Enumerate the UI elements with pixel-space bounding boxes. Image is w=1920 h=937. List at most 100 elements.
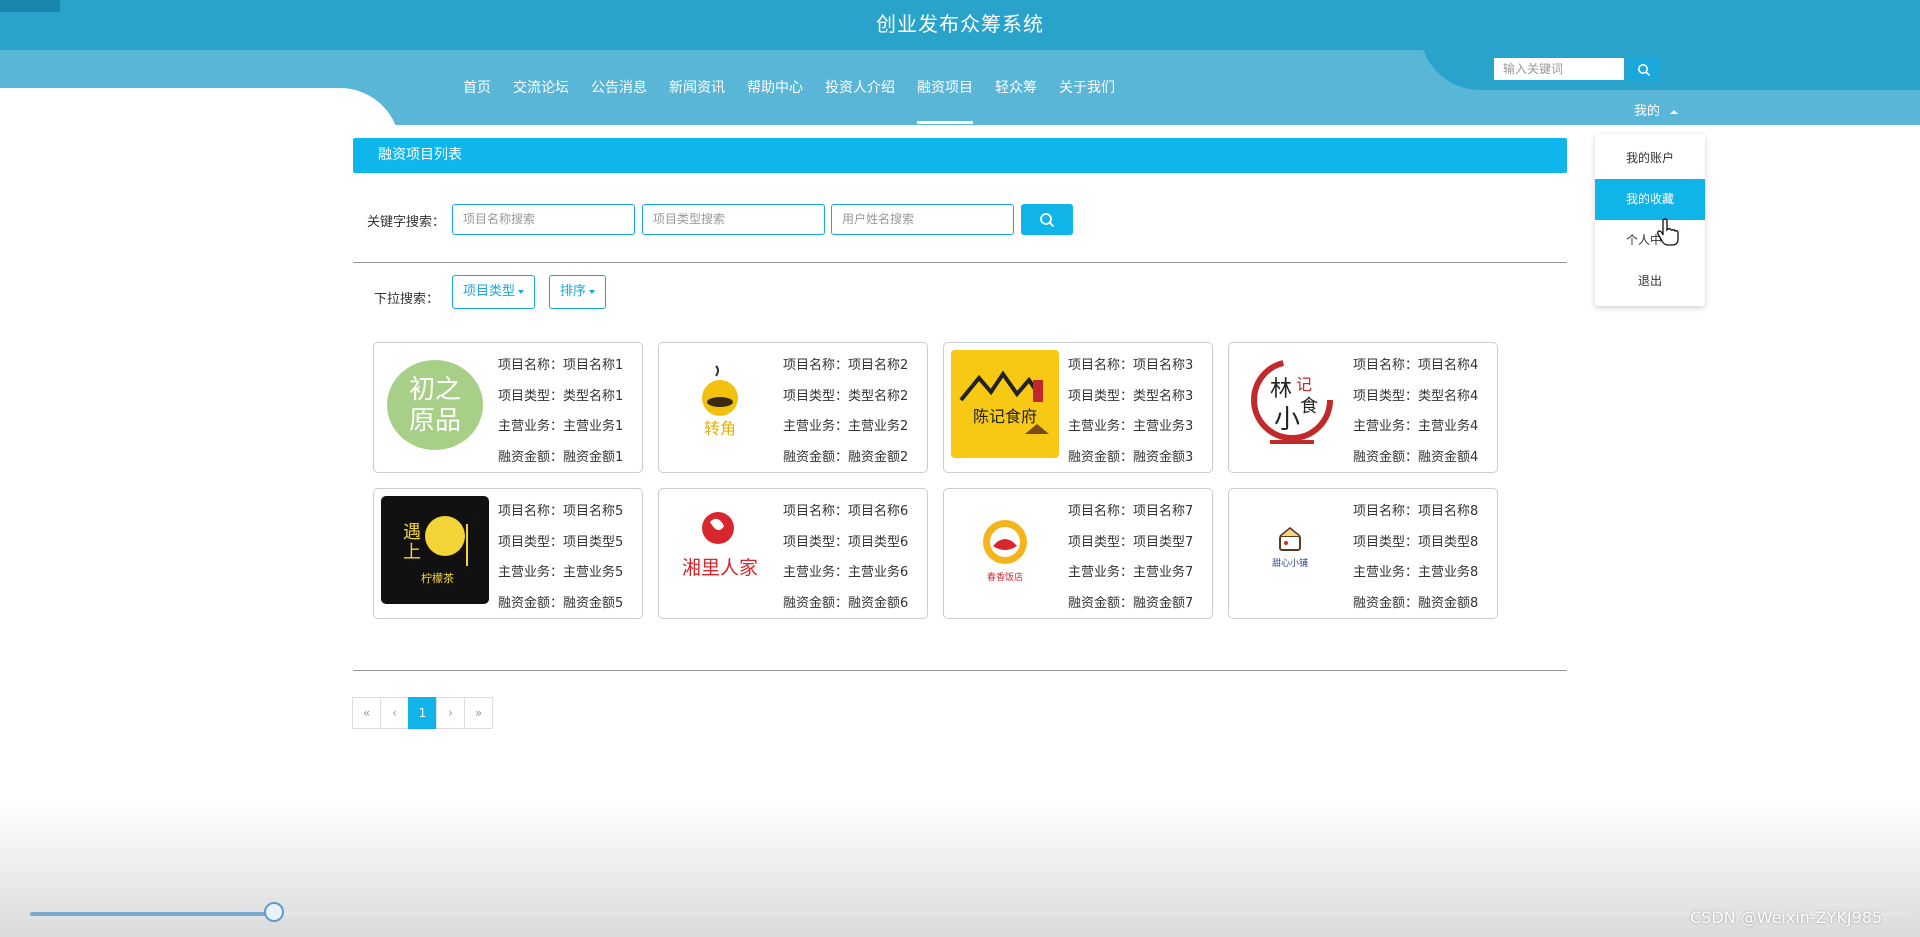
my-menu-toggle[interactable]: 我的	[1634, 100, 1679, 119]
project-logo: 初之 原品	[381, 350, 489, 458]
keyword-search-button[interactable]	[1021, 204, 1073, 235]
pagination: « ‹ 1 › »	[352, 697, 493, 729]
project-business: 主营业务：主营业务7	[1068, 565, 1194, 580]
svg-text:上: 上	[403, 542, 421, 563]
list-divider	[353, 670, 1567, 671]
nav-item-about[interactable]: 关于我们	[1048, 78, 1126, 124]
project-logo: 甜心小铺	[1236, 496, 1344, 604]
project-name: 项目名称：项目名称7	[1068, 504, 1194, 519]
filter-divider	[353, 262, 1567, 263]
pagination-first[interactable]: «	[352, 697, 381, 729]
pagination-page-current[interactable]: 1	[408, 697, 437, 729]
video-progress-handle[interactable]	[264, 902, 284, 922]
project-card[interactable]: 甜心小铺 项目名称：项目名称8 项目类型：项目类型8 主营业务：主营业务8 融资…	[1228, 488, 1498, 619]
nav-item-crowdfunding[interactable]: 轻众筹	[984, 78, 1048, 124]
nav-item-projects[interactable]: 融资项目	[906, 78, 984, 124]
svg-text:柠檬茶: 柠檬茶	[421, 571, 454, 585]
nav-item-investors[interactable]: 投资人介绍	[814, 78, 906, 124]
project-info: 项目名称：项目名称2 项目类型：类型名称2 主营业务：主营业务2 融资金额：融资…	[783, 351, 908, 473]
project-name: 项目名称：项目名称4	[1353, 358, 1479, 373]
project-card[interactable]: 陈记食府 项目名称：项目名称3 项目类型：类型名称3 主营业务：主营业务3 融资…	[943, 342, 1213, 473]
search-icon	[1638, 63, 1651, 76]
pagination-prev[interactable]: ‹	[380, 697, 409, 729]
project-card[interactable]: 林记食小 项目名称：项目名称4 项目类型：类型名称4 主营业务：主营业务4 融资…	[1228, 342, 1498, 473]
svg-text:春香饭店: 春香饭店	[987, 571, 1023, 583]
project-logo: 林记食小	[1236, 350, 1344, 458]
project-type: 项目类型：类型名称4	[1353, 388, 1479, 404]
nav-item-forum[interactable]: 交流论坛	[502, 78, 580, 124]
svg-text:原品: 原品	[409, 406, 461, 436]
svg-text:小: 小	[1274, 405, 1300, 435]
project-type: 项目类型：项目类型5	[498, 534, 624, 550]
nav-item-home[interactable]: 首页	[452, 78, 502, 124]
main-nav: 首页 交流论坛 公告消息 新闻资讯 帮助中心 投资人介绍 融资项目 轻众筹 关于…	[452, 78, 1126, 124]
nav-item-news[interactable]: 新闻资讯	[658, 78, 736, 124]
keyword-search-label: 关键字搜索：	[367, 215, 446, 230]
search-icon	[1040, 212, 1055, 227]
project-info: 项目名称：项目名称7 项目类型：项目类型7 主营业务：主营业务7 融资金额：融资…	[1068, 497, 1193, 619]
project-business: 主营业务：主营业务3	[1068, 419, 1194, 434]
svg-text:湘里人家: 湘里人家	[682, 557, 758, 579]
project-name: 项目名称：项目名称5	[498, 504, 624, 519]
menu-item-logout[interactable]: 退出	[1595, 261, 1705, 302]
project-amount: 融资金额：融资金额7	[1068, 595, 1194, 611]
project-name-search-input[interactable]: 项目名称搜索	[452, 204, 635, 235]
project-name: 项目名称：项目名称6	[783, 504, 909, 519]
header-search-button[interactable]	[1628, 57, 1660, 82]
svg-text:甜心小铺: 甜心小铺	[1272, 557, 1308, 569]
menu-item-my-favorites[interactable]: 我的收藏	[1595, 179, 1705, 220]
project-business: 主营业务：主营业务2	[783, 419, 909, 434]
project-card[interactable]: 湘里人家 项目名称：项目名称6 项目类型：项目类型6 主营业务：主营业务6 融资…	[658, 488, 928, 619]
project-logo: 春香饭店	[951, 496, 1059, 604]
project-logo: 湘里人家	[666, 496, 774, 604]
project-info: 项目名称：项目名称3 项目类型：类型名称3 主营业务：主营业务3 融资金额：融资…	[1068, 351, 1193, 473]
project-info: 项目名称：项目名称6 项目类型：项目类型6 主营业务：主营业务6 融资金额：融资…	[783, 497, 908, 619]
project-type: 项目类型：类型名称1	[498, 388, 624, 404]
site-title: 创业发布众筹系统	[876, 12, 1044, 36]
project-name: 项目名称：项目名称8	[1353, 504, 1479, 519]
project-type: 项目类型：项目类型7	[1068, 534, 1194, 550]
project-card[interactable]: 初之 原品 项目名称：项目名称1 项目类型：类型名称1 主营业务：主营业务1 融资…	[373, 342, 643, 473]
nav-item-help[interactable]: 帮助中心	[736, 78, 814, 124]
menu-item-profile[interactable]: 个人中心	[1595, 220, 1705, 261]
pagination-next[interactable]: ›	[436, 697, 465, 729]
project-type-filter-dropdown[interactable]: 项目类型	[452, 275, 536, 309]
project-card[interactable]: 转角 项目名称：项目名称2 项目类型：类型名称2 主营业务：主营业务2 融资金额…	[658, 342, 928, 473]
header-search-input[interactable]: 输入关键词	[1494, 58, 1624, 80]
project-type-filter-label: 项目类型	[463, 284, 516, 299]
dropdown-search-label: 下拉搜索：	[374, 292, 440, 307]
pagination-last[interactable]: »	[464, 697, 493, 729]
project-type: 项目类型：项目类型8	[1353, 534, 1479, 550]
menu-item-my-account[interactable]: 我的账户	[1595, 138, 1705, 179]
project-name: 项目名称：项目名称3	[1068, 358, 1194, 373]
project-info: 项目名称：项目名称8 项目类型：项目类型8 主营业务：主营业务8 融资金额：融资…	[1353, 497, 1478, 619]
svg-text:遇: 遇	[403, 522, 421, 543]
nav-item-notices[interactable]: 公告消息	[580, 78, 658, 124]
section-title-bar: 融资项目列表	[353, 138, 1567, 173]
project-amount: 融资金额：融资金额3	[1068, 449, 1194, 465]
project-type: 项目类型：项目类型6	[783, 534, 909, 550]
video-progress-track[interactable]	[30, 912, 1910, 916]
project-type-search-input[interactable]: 项目类型搜索	[642, 204, 825, 235]
svg-text:转角: 转角	[704, 419, 736, 438]
project-business: 主营业务：主营业务6	[783, 565, 909, 580]
user-name-search-input[interactable]: 用户姓名搜索	[831, 204, 1014, 235]
project-name: 项目名称：项目名称2	[783, 358, 909, 373]
video-overlay	[0, 800, 1920, 937]
project-business: 主营业务：主营业务8	[1353, 565, 1479, 580]
project-card[interactable]: 遇上柠檬茶 项目名称：项目名称5 项目类型：项目类型5 主营业务：主营业务5 融…	[373, 488, 643, 619]
project-amount: 融资金额：融资金额1	[498, 449, 624, 465]
caret-down-icon	[589, 289, 596, 294]
sort-filter-label: 排序	[560, 284, 587, 299]
project-card[interactable]: 春香饭店 项目名称：项目名称7 项目类型：项目类型7 主营业务：主营业务7 融资…	[943, 488, 1213, 619]
sort-filter-dropdown[interactable]: 排序	[549, 275, 607, 309]
project-amount: 融资金额：融资金额8	[1353, 595, 1479, 611]
project-info: 项目名称：项目名称1 项目类型：类型名称1 主营业务：主营业务1 融资金额：融资…	[498, 351, 623, 473]
project-type: 项目类型：类型名称3	[1068, 388, 1194, 404]
project-business: 主营业务：主营业务4	[1353, 419, 1479, 434]
caret-up-icon	[1670, 109, 1679, 114]
project-amount: 融资金额：融资金额6	[783, 595, 909, 611]
project-logo: 遇上柠檬茶	[381, 496, 489, 604]
header-left-decoration	[0, 88, 400, 125]
svg-text:陈记食府: 陈记食府	[973, 407, 1037, 426]
